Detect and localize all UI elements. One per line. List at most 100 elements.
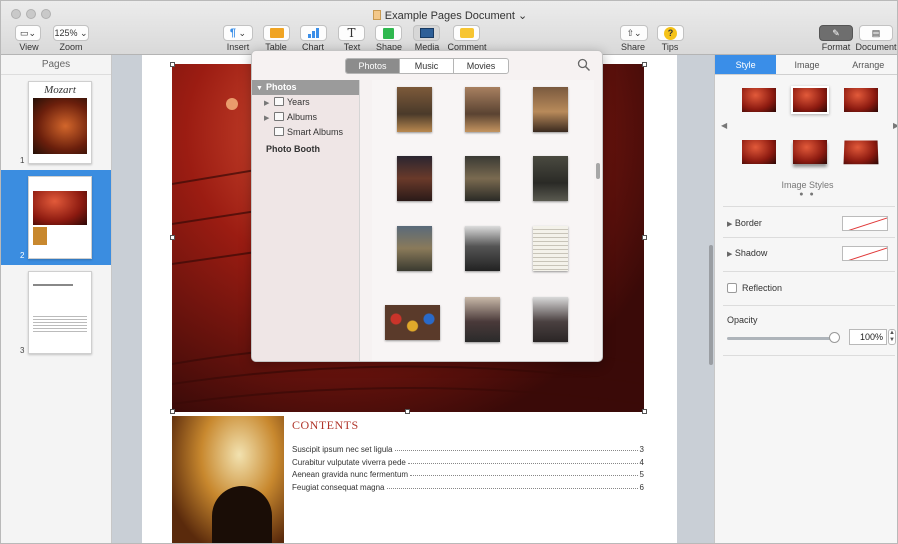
comment-button[interactable] — [453, 25, 480, 41]
opacity-stepper[interactable]: ▲ ▼ — [888, 329, 896, 345]
tab-photos[interactable]: Photos — [346, 59, 400, 73]
page-dots[interactable]: ● ● — [715, 191, 897, 198]
photo-thumbnail[interactable] — [533, 156, 568, 201]
source-label: Albums — [287, 112, 318, 122]
opacity-slider-knob[interactable] — [829, 332, 840, 343]
photo-thumbnail[interactable] — [465, 226, 500, 271]
shape-button[interactable] — [375, 25, 402, 41]
disclosure-closed-icon: ▶ — [264, 100, 270, 107]
image-style-swatch[interactable] — [793, 88, 827, 112]
image-style-swatch[interactable] — [793, 140, 827, 164]
resize-handle[interactable] — [170, 62, 175, 67]
source-label: Smart Albums — [287, 127, 344, 137]
photo-thumbnail[interactable] — [533, 226, 568, 271]
reflection-checkbox[interactable] — [727, 283, 737, 293]
chart-icon — [308, 28, 319, 38]
search-icon[interactable] — [577, 58, 591, 72]
share-icon: ⇧⌄ — [626, 27, 642, 38]
resize-handle[interactable] — [170, 235, 175, 240]
page-thumbnail-image — [28, 271, 92, 354]
photo-thumbnail[interactable] — [397, 87, 432, 132]
tab-image[interactable]: Image — [776, 55, 837, 74]
page-thumbnail-2[interactable]: 2 — [1, 170, 111, 265]
toc-page-number: 6 — [639, 483, 644, 492]
insert-button[interactable]: ¶ ⌄ — [223, 25, 253, 41]
border-color-well[interactable] — [842, 216, 888, 231]
photo-thumbnail[interactable] — [465, 156, 500, 201]
tips-label: Tips — [661, 42, 679, 52]
shadow-color-well[interactable] — [842, 246, 888, 261]
violin-image — [33, 98, 87, 154]
tab-music[interactable]: Music — [400, 59, 454, 73]
image-style-swatch[interactable] — [844, 88, 878, 112]
source-smart-albums[interactable]: Smart Albums — [252, 125, 359, 140]
photo-thumbnail[interactable] — [397, 156, 432, 201]
resize-handle[interactable] — [405, 409, 410, 414]
share-button[interactable]: ⇧⌄ — [620, 25, 648, 41]
photo-thumbnail[interactable] — [385, 305, 440, 340]
toc-leader — [386, 483, 638, 489]
thumbnail-text-lines — [33, 316, 87, 334]
chevron-right-icon[interactable]: ▶ — [893, 121, 897, 130]
conductor-photo[interactable] — [172, 416, 284, 543]
tab-arrange[interactable]: Arrange — [838, 55, 897, 74]
border-label: Border — [734, 218, 762, 228]
tab-movies[interactable]: Movies — [454, 59, 508, 73]
canvas-scrollbar[interactable] — [709, 245, 713, 365]
toc-leader — [410, 470, 638, 476]
resize-handle[interactable] — [642, 235, 647, 240]
document-button[interactable]: ▤ — [859, 25, 893, 41]
opacity-slider[interactable] — [727, 337, 835, 340]
tips-icon: ? — [664, 26, 677, 40]
view-button[interactable]: ▭⌄ — [15, 25, 41, 41]
zoom-select[interactable]: 125% ⌄ — [53, 25, 89, 41]
source-label: Photos — [266, 82, 297, 92]
photo-thumbnail[interactable] — [533, 87, 568, 132]
photo-thumbnail[interactable] — [465, 297, 500, 342]
media-button[interactable] — [413, 25, 440, 41]
reflection-row[interactable]: Reflection — [727, 279, 895, 297]
page-thumbnail-1[interactable]: Mozart 1 — [1, 75, 111, 170]
thumbnail-heading-line — [33, 284, 73, 286]
image-style-swatch[interactable] — [843, 140, 879, 165]
toc-entry: Curabitur vulputate viverra pede 4 — [292, 458, 644, 467]
text-icon: T — [347, 26, 356, 40]
source-albums[interactable]: ▶ Albums — [252, 110, 359, 125]
tips-button[interactable]: ? — [657, 25, 684, 41]
chevron-left-icon[interactable]: ◀ — [721, 121, 727, 130]
window-title: Example Pages Document ⌄ — [1, 9, 897, 22]
image-style-swatch[interactable] — [742, 140, 776, 164]
page-thumbnail-3[interactable]: 3 — [1, 265, 111, 360]
media-source-list: ▼ Photos ▶ Years ▶ Albums Smart Albums Phot… — [252, 80, 360, 361]
photo-thumbnail[interactable] — [465, 87, 500, 132]
zoom-label: Zoom — [59, 42, 83, 52]
source-photos[interactable]: ▼ Photos — [252, 80, 359, 95]
table-button[interactable] — [263, 25, 290, 41]
disclosure-closed-icon: ▶ — [727, 251, 733, 258]
format-button[interactable]: ✎ — [819, 25, 853, 41]
shadow-row[interactable]: ▶ Shadow — [727, 243, 895, 263]
source-photo-booth[interactable]: Photo Booth — [252, 142, 359, 157]
pages-header: Pages — [1, 55, 111, 75]
resize-handle[interactable] — [642, 409, 647, 414]
resize-handle[interactable] — [170, 409, 175, 414]
tab-style[interactable]: Style — [715, 55, 777, 74]
pages-sidebar: Pages Mozart 1 2 3 — [1, 55, 112, 543]
text-button[interactable]: T — [338, 25, 365, 41]
image-style-swatch[interactable] — [742, 88, 776, 112]
border-row[interactable]: ▶ Border — [727, 213, 895, 233]
source-label: Photo Booth — [266, 144, 320, 154]
disclosure-closed-icon: ▶ — [727, 221, 733, 228]
toc-page-number: 4 — [639, 458, 644, 467]
photo-thumbnail[interactable] — [397, 226, 432, 271]
thumbnail-title: Mozart — [44, 84, 76, 96]
opacity-field[interactable]: 100% — [849, 329, 887, 345]
resize-handle[interactable] — [642, 62, 647, 67]
chart-button[interactable] — [300, 25, 327, 41]
photo-thumbnail[interactable] — [533, 297, 568, 342]
photo-grid-scrollbar[interactable] — [596, 163, 600, 179]
toc-entry-text: Aenean gravida nunc fermentum — [292, 470, 409, 479]
source-years[interactable]: ▶ Years — [252, 95, 359, 110]
photo-grid — [372, 80, 594, 361]
page-number: 1 — [20, 156, 25, 165]
